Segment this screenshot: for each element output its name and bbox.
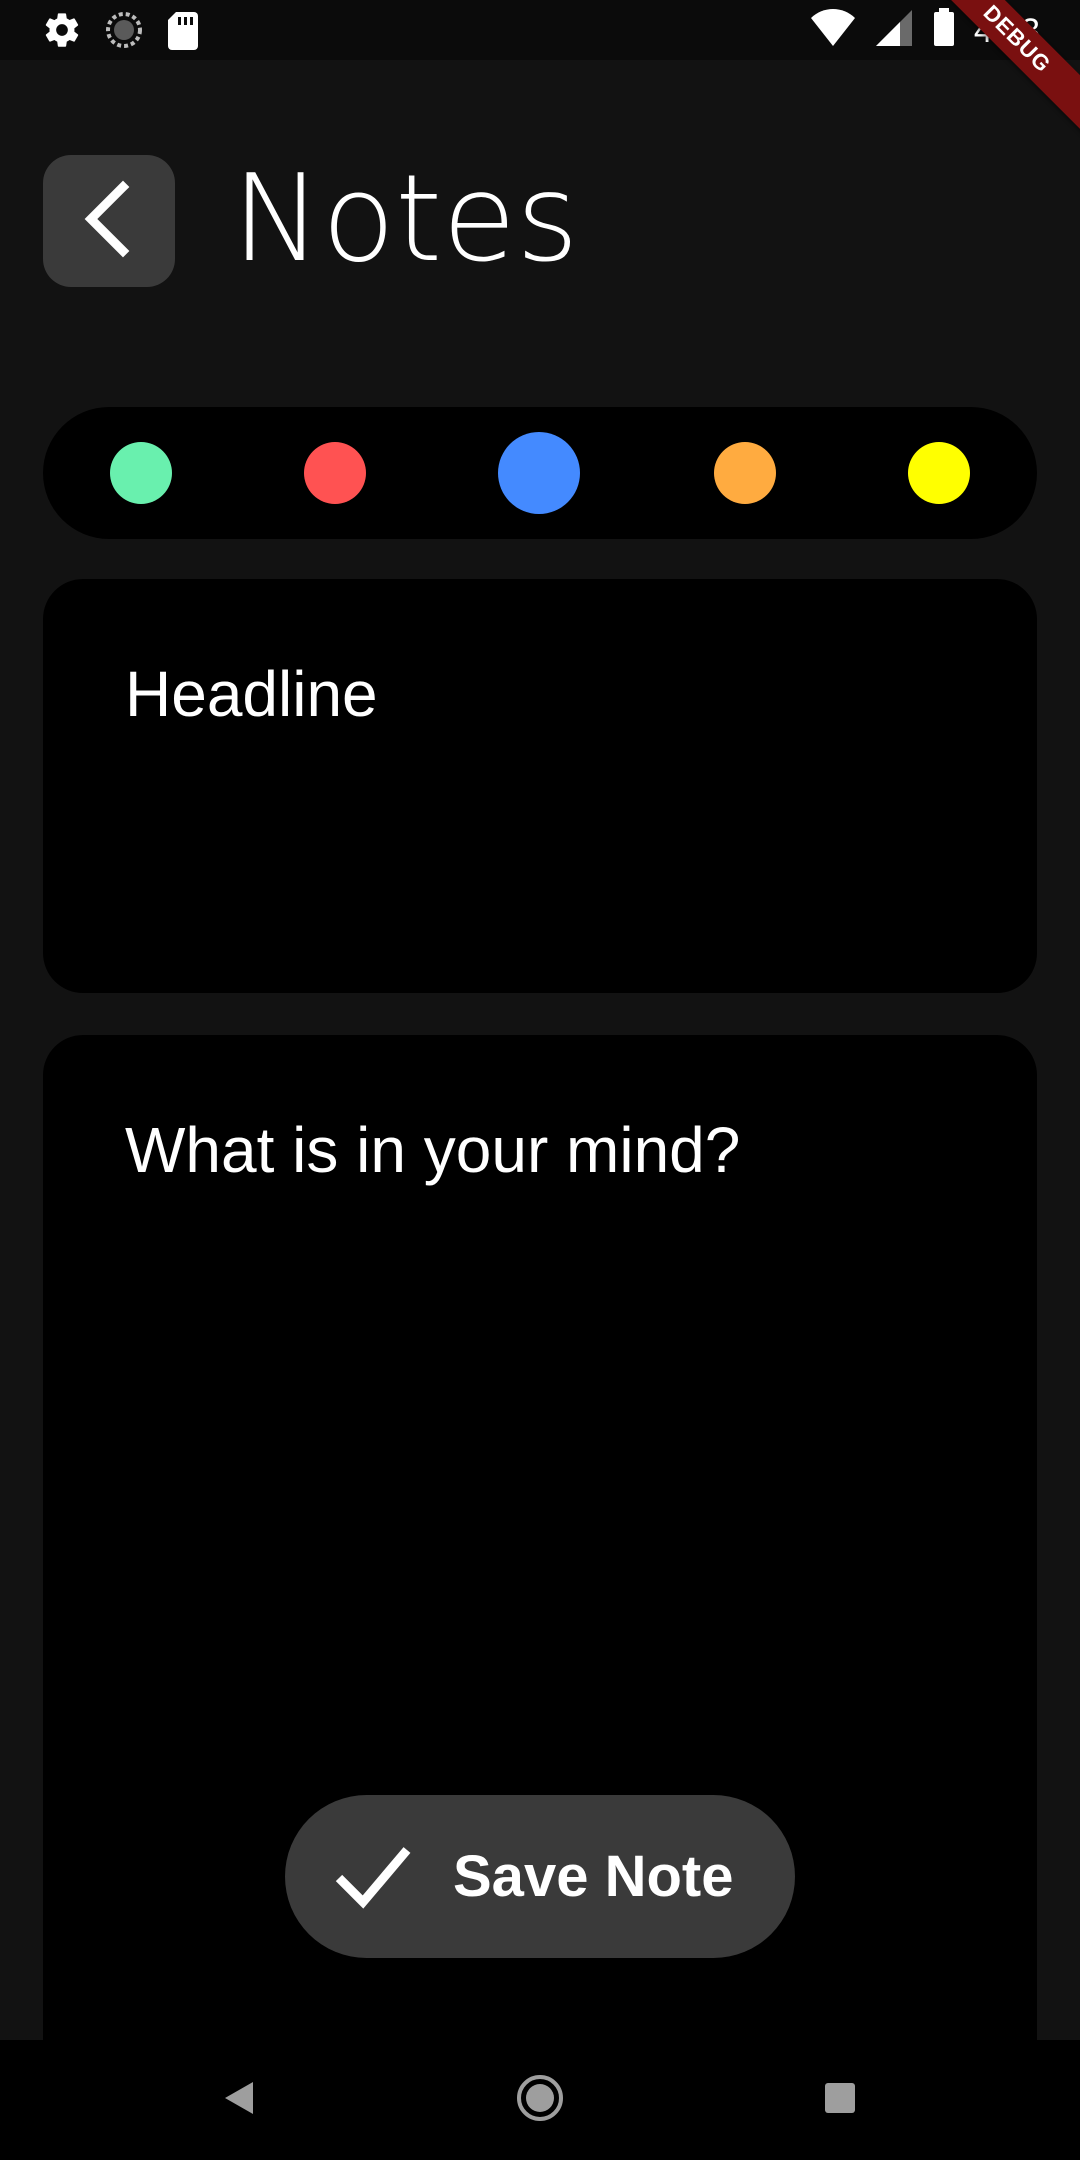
battery-icon (932, 8, 956, 53)
color-option-yellow[interactable] (908, 442, 970, 504)
color-option-green[interactable] (110, 442, 172, 504)
color-option-orange[interactable] (714, 442, 776, 504)
nav-recents-button[interactable] (800, 2040, 880, 2160)
color-option-blue[interactable] (498, 432, 580, 514)
status-bar: 4:43 (0, 0, 1080, 60)
back-triangle-icon (223, 2080, 257, 2121)
home-circle-icon (515, 2073, 565, 2128)
headline-placeholder: Headline (125, 658, 378, 730)
save-note-button[interactable]: Save Note (285, 1795, 795, 1958)
back-button[interactable] (43, 155, 175, 287)
note-body-input[interactable] (43, 1035, 1037, 2160)
check-icon (333, 1838, 413, 1919)
color-option-red[interactable] (304, 442, 366, 504)
status-left-icons (42, 10, 200, 55)
note-body-placeholder: What is in your mind? (125, 1114, 741, 1186)
wifi-icon (810, 8, 856, 53)
sync-icon (104, 10, 144, 55)
nav-home-button[interactable] (500, 2040, 580, 2160)
sd-card-icon (166, 10, 200, 55)
recents-square-icon (823, 2081, 857, 2120)
system-nav-bar (0, 2040, 1080, 2160)
signal-icon (874, 8, 914, 53)
headline-input[interactable] (43, 579, 1037, 993)
nav-back-button[interactable] (200, 2040, 280, 2160)
screen: 4:43 DEBUG Notes Headline What is in you… (0, 0, 1080, 2160)
gear-icon (42, 10, 82, 55)
page-title: Notes (232, 150, 579, 289)
chevron-left-icon (77, 179, 141, 264)
color-picker (43, 407, 1037, 539)
save-note-label: Save Note (453, 1844, 734, 1909)
